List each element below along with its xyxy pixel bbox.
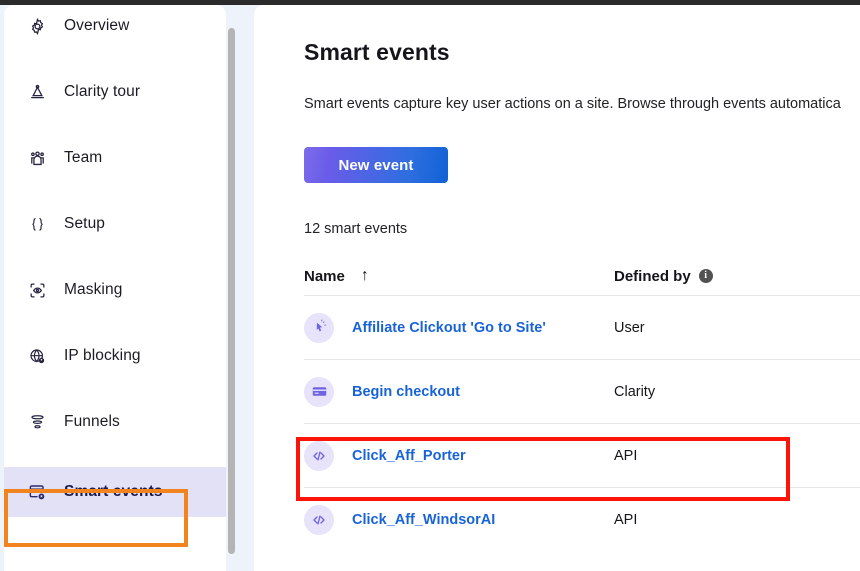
table-cell-defined-by: User xyxy=(614,319,645,336)
sidebar-item-ip-blocking[interactable]: IP blocking xyxy=(4,335,226,377)
smart-events-table: Name ↑ Defined by i Affiliate Clickout '… xyxy=(304,263,860,551)
masking-eye-icon xyxy=(26,279,48,301)
event-name-link[interactable]: Click_Aff_Porter xyxy=(352,448,466,464)
clarity-settings-window: Overview Clarity tour Team Setup Masking… xyxy=(0,0,860,571)
event-name-link[interactable]: Click_Aff_WindsorAI xyxy=(352,512,495,528)
table-cell-name: Begin checkout xyxy=(304,376,614,407)
globe-pin-icon xyxy=(26,345,48,367)
gear-icon xyxy=(26,15,48,37)
funnel-icon xyxy=(26,411,48,433)
table-cell-name: Affiliate Clickout 'Go to Site' xyxy=(304,312,614,343)
sidebar-item-funnels[interactable]: Funnels xyxy=(4,401,226,443)
event-name-link[interactable]: Begin checkout xyxy=(352,384,460,400)
table-cell-name: Click_Aff_WindsorAI xyxy=(304,504,614,535)
sidebar-item-clarity-tour[interactable]: Clarity tour xyxy=(4,71,226,113)
table-cell-defined-by: API xyxy=(614,447,638,464)
people-icon xyxy=(26,147,48,169)
sidebar: Overview Clarity tour Team Setup Masking… xyxy=(4,5,226,571)
table-row[interactable]: Begin checkout Clarity xyxy=(304,359,860,423)
column-header-name[interactable]: Name ↑ xyxy=(304,268,614,285)
code-brackets-icon xyxy=(304,440,334,471)
new-event-button[interactable]: New event xyxy=(304,147,448,183)
sidebar-item-team[interactable]: Team xyxy=(4,137,226,179)
sidebar-item-label: Smart events xyxy=(64,483,163,500)
column-header-defined-by: Defined by i xyxy=(614,268,713,285)
table-cell-name: Click_Aff_Porter xyxy=(304,440,614,471)
column-header-name-label: Name xyxy=(304,267,345,285)
sidebar-item-label: Overview xyxy=(64,17,130,34)
column-header-defined-by-label: Defined by xyxy=(614,267,691,285)
table-row[interactable]: Affiliate Clickout 'Go to Site' User xyxy=(304,295,860,359)
code-brackets-icon xyxy=(304,504,334,535)
event-name-link[interactable]: Affiliate Clickout 'Go to Site' xyxy=(352,320,546,336)
sidebar-item-label: Team xyxy=(64,149,103,166)
table-cell-defined-by: API xyxy=(614,511,638,528)
table-row[interactable]: Click_Aff_Porter API xyxy=(304,423,860,487)
panel-gap xyxy=(236,5,254,571)
sidebar-scrollbar-thumb[interactable] xyxy=(228,28,235,554)
info-icon[interactable]: i xyxy=(698,269,713,283)
sidebar-nav-list: Overview Clarity tour Team Setup Masking… xyxy=(4,5,226,517)
click-cursor-icon xyxy=(304,312,334,343)
page-description: Smart events capture key user actions on… xyxy=(304,96,841,112)
page-title: Smart events xyxy=(304,39,450,65)
sidebar-item-setup[interactable]: Setup xyxy=(4,203,226,245)
sidebar-item-label: Funnels xyxy=(64,413,120,430)
table-row[interactable]: Click_Aff_WindsorAI API xyxy=(304,487,860,551)
braces-icon xyxy=(26,213,48,235)
sidebar-item-masking[interactable]: Masking xyxy=(4,269,226,311)
smart-events-icon xyxy=(26,481,48,503)
sidebar-item-label: Clarity tour xyxy=(64,83,141,100)
sidebar-item-smart-events[interactable]: Smart events xyxy=(4,467,226,517)
sidebar-item-label: Masking xyxy=(64,281,123,298)
sidebar-item-label: IP blocking xyxy=(64,347,141,364)
sidebar-item-overview[interactable]: Overview xyxy=(4,5,226,47)
credit-card-icon xyxy=(304,376,334,407)
tour-hat-icon xyxy=(26,81,48,103)
sidebar-item-label: Setup xyxy=(64,215,106,232)
sort-ascending-icon[interactable]: ↑ xyxy=(361,268,369,284)
smart-events-count: 12 smart events xyxy=(304,221,408,237)
main-content: Smart events Smart events capture key us… xyxy=(254,5,860,571)
table-header-row: Name ↑ Defined by i xyxy=(304,263,860,295)
table-cell-defined-by: Clarity xyxy=(614,383,656,400)
